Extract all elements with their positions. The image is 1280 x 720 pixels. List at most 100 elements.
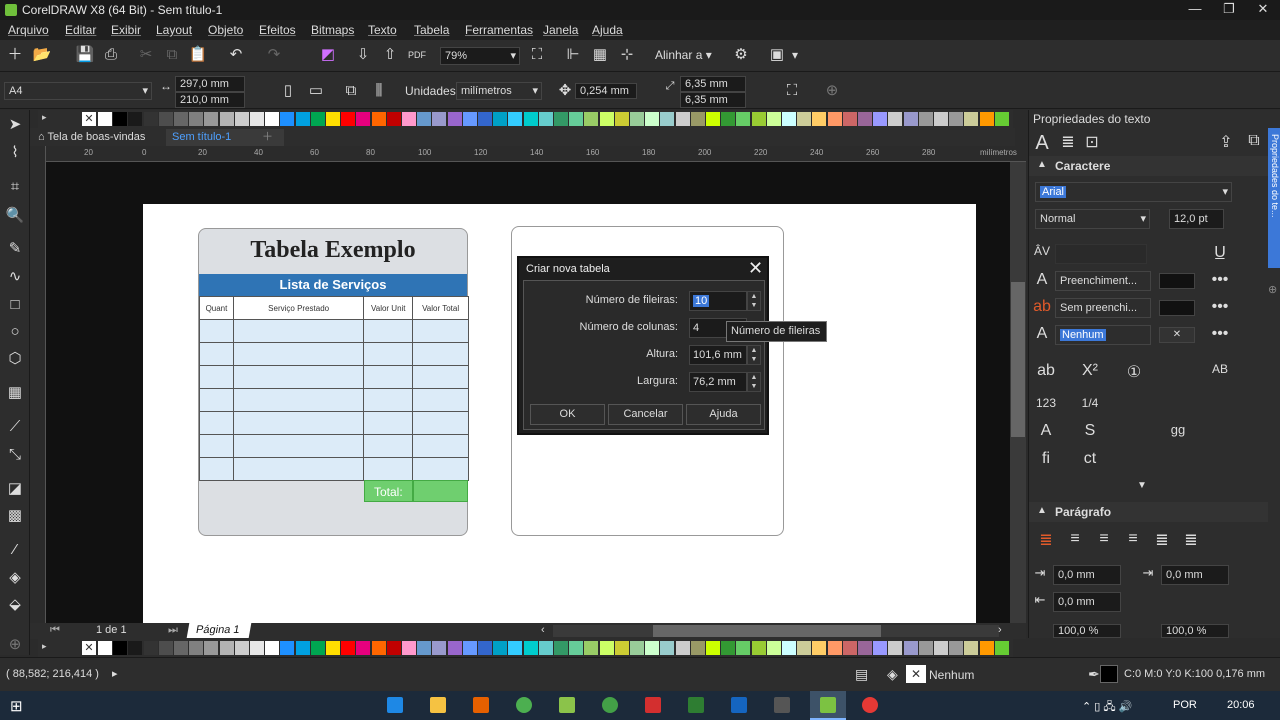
edit-bleed-icon[interactable]: ⛶ bbox=[782, 81, 802, 101]
height-input[interactable]: 101,6 mm bbox=[689, 345, 747, 365]
color-swatch[interactable] bbox=[797, 641, 812, 655]
color-swatch[interactable] bbox=[690, 112, 705, 126]
color-swatch[interactable] bbox=[660, 641, 675, 655]
export-docker-icon[interactable]: ⇪ bbox=[1215, 132, 1237, 152]
menu-arquivo[interactable]: Arquivo bbox=[8, 23, 49, 37]
color-swatch[interactable] bbox=[858, 112, 872, 126]
page-size-select[interactable]: A4 ▾ bbox=[4, 82, 152, 100]
color-swatch[interactable] bbox=[386, 112, 401, 126]
more-options-icon[interactable]: ••• bbox=[1209, 325, 1231, 343]
color-swatch[interactable] bbox=[751, 112, 766, 126]
color-swatch[interactable] bbox=[934, 641, 948, 655]
palette-scroll-icon[interactable]: ▸ bbox=[42, 112, 56, 126]
color-swatch[interactable] bbox=[873, 112, 888, 126]
vertical-scrollbar[interactable] bbox=[1010, 162, 1026, 623]
align-left-icon[interactable]: ≡ bbox=[1064, 530, 1086, 548]
landscape-icon[interactable]: ▭ bbox=[306, 81, 326, 101]
tab-welcome[interactable]: ⌂ Tela de boas-vindas bbox=[32, 129, 151, 146]
char-spacing-input[interactable]: 100,0 % bbox=[1161, 624, 1229, 638]
color-swatch[interactable] bbox=[858, 641, 872, 655]
color-swatch[interactable] bbox=[964, 112, 979, 126]
page-tab[interactable]: Página 1 bbox=[186, 623, 252, 638]
color-swatch[interactable] bbox=[538, 641, 553, 655]
color-swatch[interactable] bbox=[827, 112, 842, 126]
height-stepper[interactable]: ▲ ▼ bbox=[747, 345, 761, 365]
all-pages-icon[interactable]: ⧉ bbox=[341, 81, 361, 101]
grid-icon[interactable]: ▦ bbox=[590, 45, 610, 65]
color-swatch[interactable] bbox=[675, 112, 690, 126]
color-swatch[interactable] bbox=[994, 112, 1009, 126]
color-swatch[interactable] bbox=[797, 112, 812, 126]
vertical-ruler[interactable] bbox=[30, 146, 46, 623]
chevron-right-icon[interactable]: ▸ bbox=[112, 667, 118, 680]
current-page-icon[interactable]: ⫼ bbox=[369, 81, 389, 101]
color-swatch[interactable] bbox=[873, 641, 888, 655]
close-icon[interactable]: ✕ bbox=[748, 258, 764, 279]
duplicate-y-field[interactable]: 6,35 mm bbox=[680, 92, 746, 108]
color-swatch[interactable] bbox=[660, 112, 675, 126]
color-swatch[interactable] bbox=[204, 112, 219, 126]
nudge-distance-field[interactable]: 0,254 mm bbox=[575, 83, 637, 99]
powerpoint-icon[interactable] bbox=[645, 697, 661, 713]
stylistic-icon[interactable]: S bbox=[1079, 422, 1101, 440]
background-color-swatch[interactable] bbox=[1159, 300, 1195, 316]
color-swatch[interactable] bbox=[569, 112, 584, 126]
shape-tool-icon[interactable]: ⌇ bbox=[5, 143, 25, 163]
horizontal-scrollbar[interactable] bbox=[553, 625, 999, 637]
font-size-input[interactable]: 12,0 pt bbox=[1169, 209, 1224, 229]
close-window-button[interactable]: ✕ bbox=[1246, 0, 1280, 20]
color-swatch[interactable] bbox=[706, 112, 720, 126]
ellipse-tool-icon[interactable]: ○ bbox=[5, 322, 25, 342]
force-justify-icon[interactable]: ≣ bbox=[1180, 530, 1202, 550]
add-docker-icon[interactable]: ⊕ bbox=[1268, 283, 1277, 296]
color-swatch[interactable] bbox=[371, 112, 386, 126]
minimize-button[interactable]: — bbox=[1178, 0, 1212, 20]
collapse-icon[interactable]: ▲ bbox=[1037, 159, 1047, 170]
scroll-thumb[interactable] bbox=[653, 625, 881, 637]
color-swatch[interactable] bbox=[979, 641, 994, 655]
right-indent-input[interactable]: 0,0 mm bbox=[1053, 592, 1121, 612]
add-icon[interactable]: ⊕ bbox=[822, 81, 842, 101]
no-alignment-icon[interactable]: ≣ bbox=[1035, 530, 1057, 550]
print-icon[interactable]: ⎙ bbox=[101, 45, 121, 65]
units-select[interactable]: milímetros ▾ bbox=[456, 82, 542, 100]
color-swatch[interactable] bbox=[341, 641, 356, 655]
color-swatch[interactable] bbox=[493, 641, 508, 655]
color-swatch[interactable] bbox=[113, 641, 128, 655]
color-swatch[interactable] bbox=[295, 112, 310, 126]
word-icon[interactable] bbox=[731, 697, 747, 713]
color-swatch[interactable] bbox=[98, 641, 112, 655]
color-swatch[interactable] bbox=[614, 112, 629, 126]
color-swatch[interactable] bbox=[599, 112, 614, 126]
zoom-select[interactable]: 79% ▾ bbox=[440, 47, 520, 65]
first-page-icon[interactable]: ⏮ bbox=[50, 624, 60, 637]
underline-icon[interactable]: U̲ bbox=[1209, 244, 1231, 262]
app-launcher-icon[interactable]: ▣ bbox=[767, 45, 787, 65]
excel-icon[interactable] bbox=[688, 697, 704, 713]
app-icon[interactable] bbox=[774, 697, 790, 713]
expand-icon[interactable]: ▼ bbox=[1137, 480, 1147, 491]
frame-tab-icon[interactable]: ⊡ bbox=[1081, 132, 1103, 152]
import-icon[interactable]: ⇩ bbox=[353, 45, 373, 65]
color-swatch[interactable] bbox=[964, 641, 979, 655]
fraction-icon[interactable]: 1/4 bbox=[1079, 396, 1101, 410]
color-swatch[interactable] bbox=[766, 112, 781, 126]
color-swatch[interactable] bbox=[371, 641, 386, 655]
side-tab-text-properties[interactable]: Propriedades do te... bbox=[1268, 128, 1280, 268]
ligature-fi-icon[interactable]: ﬁ bbox=[1035, 450, 1057, 468]
color-swatch[interactable] bbox=[280, 112, 295, 126]
color-swatch[interactable] bbox=[143, 112, 158, 126]
freehand-tool-icon[interactable]: ✎ bbox=[5, 239, 25, 259]
color-swatch[interactable] bbox=[918, 641, 933, 655]
color-swatch[interactable] bbox=[128, 112, 143, 126]
start-icon[interactable]: ⊞ bbox=[10, 697, 23, 715]
color-swatch[interactable] bbox=[326, 641, 340, 655]
color-swatch[interactable] bbox=[903, 641, 918, 655]
portrait-icon[interactable]: ▯ bbox=[278, 81, 298, 101]
rows-stepper[interactable]: ▲ ▼ bbox=[747, 291, 761, 311]
color-swatch[interactable] bbox=[523, 641, 538, 655]
align-right-icon[interactable]: ≡ bbox=[1122, 530, 1144, 548]
font-style-select[interactable]: Normal ▾ bbox=[1035, 209, 1150, 229]
menu-ferramentas[interactable]: Ferramentas bbox=[465, 23, 533, 37]
color-swatch[interactable] bbox=[326, 112, 340, 126]
